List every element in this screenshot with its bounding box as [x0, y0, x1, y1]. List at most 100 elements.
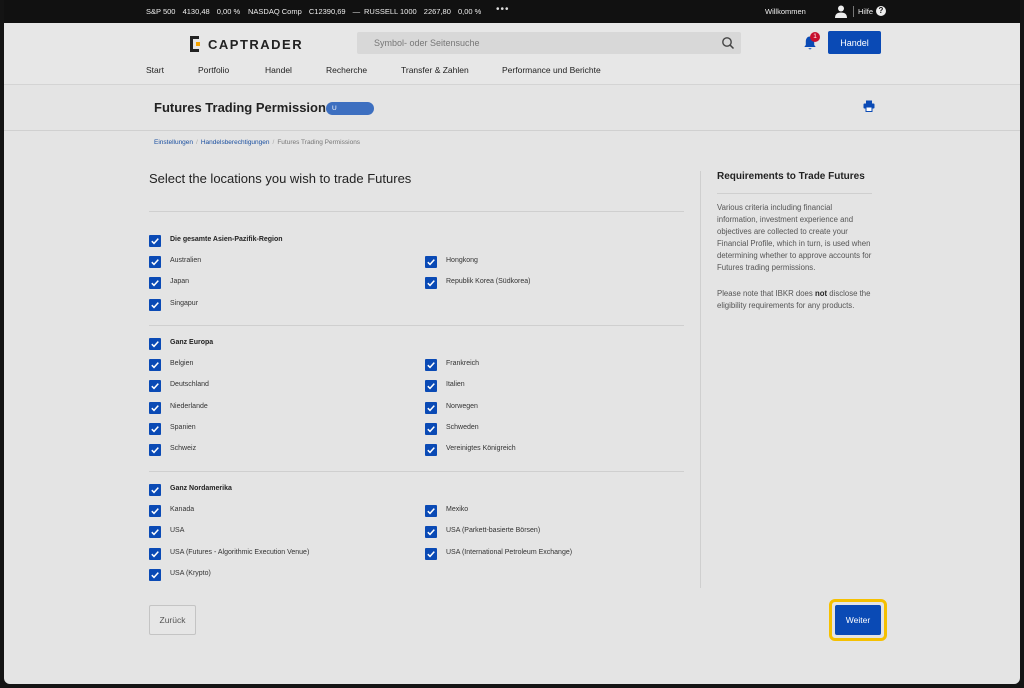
next-button[interactable]: Weiter [835, 605, 881, 635]
search-box [357, 32, 741, 54]
location-label: Schweiz [170, 445, 197, 452]
checkmark-icon [427, 447, 435, 454]
checkmark-icon [151, 508, 159, 515]
region-checkbox[interactable] [149, 338, 161, 350]
location-checkbox[interactable] [149, 256, 161, 269]
sidebar-note: Please note that IBKR does not disclose … [717, 288, 875, 312]
breadcrumb-trading-permissions[interactable]: Handelsberechtigungen [201, 139, 270, 146]
location-checkbox[interactable] [149, 277, 161, 290]
location-checkbox[interactable] [149, 380, 161, 393]
nav-transfer[interactable]: Transfer & Zahlen [401, 65, 469, 75]
location-checkbox[interactable] [425, 256, 437, 269]
checkmark-icon [427, 280, 435, 287]
location-checkbox[interactable] [149, 547, 161, 560]
sidebar-title: Requirements to Trade Futures [717, 171, 865, 182]
location-checkbox[interactable] [425, 359, 437, 372]
checkmark-icon [151, 425, 159, 433]
location-checkbox[interactable] [149, 505, 161, 518]
location-label: Mexiko [446, 506, 469, 514]
print-icon[interactable] [863, 100, 875, 112]
location-label: Schweden [446, 423, 479, 431]
location-label: Kanada [170, 506, 195, 514]
location-checkbox[interactable] [149, 422, 161, 435]
nav-start[interactable]: Start [146, 65, 164, 75]
ticker-value: C12390,69 [308, 7, 346, 16]
breadcrumb: Einstellungen / Handelsberechtigungen / Futu… [154, 139, 360, 146]
more-tickers-button[interactable]: ••• [496, 4, 510, 15]
breadcrumb-settings[interactable]: Einstellungen [154, 139, 193, 146]
checkmark-icon [151, 280, 159, 287]
ticker-change: 0,00 % [458, 7, 482, 16]
checkmark-icon [427, 259, 435, 266]
trade-button[interactable]: Handel [828, 31, 881, 54]
checkmark-icon [427, 383, 435, 390]
nav-performance[interactable]: Performance und Berichte [502, 65, 601, 75]
market-ticker: S&P 500 4130,48 0,00 % NASDAQ Comp C1239… [4, 0, 1020, 23]
checkmark-icon [151, 362, 159, 369]
ticker-change: 0,00 % [216, 7, 241, 16]
location-checkbox[interactable] [149, 444, 161, 456]
location-checkbox[interactable] [425, 277, 437, 290]
location-checkbox[interactable] [425, 505, 437, 518]
breadcrumb-divider: / [196, 139, 198, 146]
ticker-nasdaq[interactable]: NASDAQ Comp C12390,69 — [248, 7, 360, 16]
ticker-russell[interactable]: RUSSELL 1000 2267,80 0,00 % [364, 7, 481, 16]
ticker-value: 2267,80 [423, 7, 451, 16]
location-label: Spanien [170, 423, 196, 431]
location-checkbox[interactable] [425, 380, 437, 393]
captrader-logo-icon [190, 36, 200, 52]
next-button-highlight: Weiter [829, 599, 887, 641]
sidebar-description: Various criteria including financial inf… [717, 203, 872, 272]
location-checkbox[interactable] [425, 401, 437, 414]
location-checkbox[interactable] [425, 547, 437, 560]
divider [149, 471, 684, 472]
section-heading: Select the locations you wish to trade F… [149, 171, 412, 186]
ticker-change: — [352, 7, 361, 16]
notification-badge: 1 [810, 32, 820, 42]
checkmark-icon [427, 529, 435, 536]
ticker-value: 4130,48 [182, 7, 210, 16]
account-selector[interactable]: U [326, 102, 374, 115]
region-checkbox[interactable] [149, 235, 161, 247]
back-button[interactable]: Zurück [149, 605, 196, 635]
location-label: Belgien [170, 360, 194, 368]
location-label: Australien [170, 257, 202, 265]
search-input[interactable] [357, 32, 717, 54]
checkmark-icon [151, 571, 159, 579]
nav-portfolio[interactable]: Portfolio [198, 65, 229, 75]
search-icon[interactable] [721, 36, 735, 50]
location-checkbox[interactable] [425, 422, 437, 435]
divider [717, 193, 872, 194]
location-checkbox[interactable] [149, 568, 161, 581]
user-icon[interactable] [835, 5, 847, 18]
location-checkbox[interactable] [149, 298, 161, 311]
divider [149, 211, 684, 212]
region-checkbox[interactable] [149, 484, 161, 496]
location-checkbox[interactable] [149, 401, 161, 414]
checkmark-icon [427, 425, 435, 433]
nav-research[interactable]: Recherche [326, 65, 367, 75]
breadcrumb-current: Futures Trading Permissions [277, 139, 361, 146]
help-icon[interactable]: ? [876, 6, 886, 16]
location-checkbox[interactable] [425, 444, 437, 456]
location-checkbox[interactable] [425, 526, 437, 539]
location-checkbox[interactable] [149, 526, 161, 539]
location-label: USA (Krypto) [170, 569, 211, 577]
region-label: Ganz Europa [170, 339, 214, 346]
divider [853, 6, 854, 17]
ticker-name: NASDAQ Comp [248, 7, 302, 16]
checkmark-icon [151, 404, 159, 412]
location-label: Hongkong [446, 257, 478, 265]
checkmark-icon [427, 508, 435, 515]
ticker-sp500[interactable]: S&P 500 4130,48 0,00 % [146, 7, 240, 16]
page-titlebar: Futures Trading Permissions U [4, 86, 1020, 131]
nav-trade[interactable]: Handel [265, 65, 292, 75]
checkmark-icon [151, 238, 159, 245]
help-link[interactable]: Hilfe [858, 7, 873, 16]
location-label: Norwegen [446, 402, 478, 410]
location-checkbox[interactable] [149, 359, 161, 372]
app-window: S&P 500 4130,48 0,00 % NASDAQ Comp C1239… [4, 0, 1020, 684]
location-label: USA (Futures - Algorithmic Execution Ven… [170, 548, 310, 556]
sidebar-note-emphasis: not [814, 289, 828, 298]
logo-text: CAPTRADER [208, 37, 304, 52]
